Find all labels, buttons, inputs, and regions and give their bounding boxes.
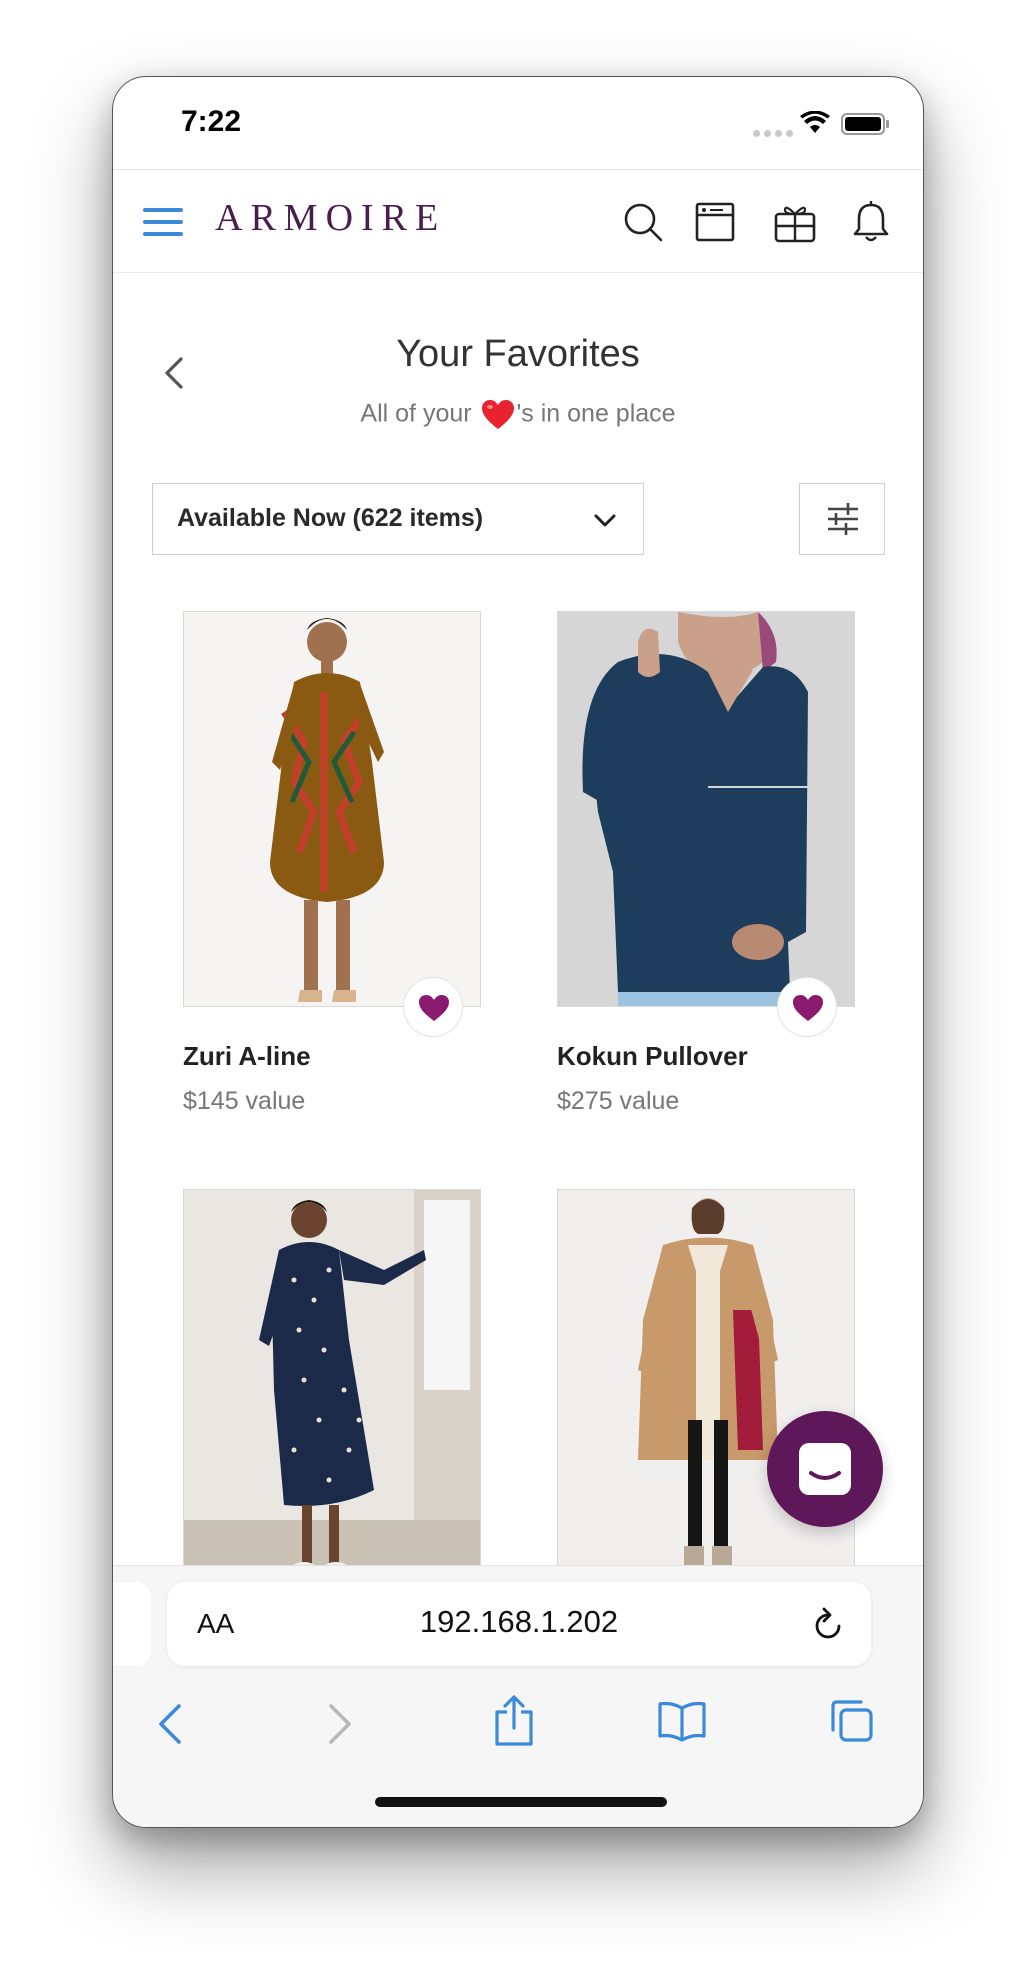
product-price: $145 value (183, 1087, 306, 1115)
battery-icon (841, 113, 889, 135)
chat-support-button[interactable] (767, 1411, 883, 1527)
closet-icon[interactable] (693, 200, 737, 244)
wifi-icon (800, 111, 830, 133)
subtitle-text-end: 's in one place (516, 399, 676, 428)
browser-back-icon[interactable] (155, 1702, 185, 1746)
red-heart-icon (481, 400, 514, 429)
filter-button[interactable] (799, 483, 885, 555)
previous-tab-peek[interactable] (113, 1582, 151, 1666)
product-image[interactable] (183, 1189, 481, 1585)
cellular-signal-icon (753, 130, 793, 137)
favorite-button[interactable] (403, 977, 463, 1037)
page-subtitle: All of your 's in one place (113, 399, 923, 431)
browser-forward-icon[interactable] (325, 1702, 355, 1746)
share-icon[interactable] (493, 1694, 535, 1748)
brand-logo[interactable]: ARMOIRE (215, 196, 446, 240)
heart-icon (793, 995, 823, 1021)
chat-icon (799, 1443, 851, 1495)
address-bar[interactable]: AA 192.168.1.202 (167, 1582, 871, 1666)
page-title: Your Favorites (396, 333, 640, 375)
bookmarks-icon[interactable] (657, 1700, 707, 1742)
status-time: 7:22 (181, 105, 242, 138)
dropdown-value: Available Now (622 items) (177, 504, 484, 532)
notification-bell-icon[interactable] (849, 200, 893, 244)
availability-dropdown[interactable]: Available Now (622 items) (152, 483, 644, 555)
browser-nav-row (113, 1686, 923, 1766)
sliders-icon (828, 503, 858, 535)
search-icon[interactable] (621, 200, 665, 244)
app-header: ARMOIRE (113, 169, 923, 273)
phone-frame: 7:22 ARMOIRE Your Favorites All of your … (112, 76, 924, 1828)
favorite-button[interactable] (777, 977, 837, 1037)
home-indicator[interactable] (375, 1797, 667, 1807)
url-text[interactable]: 192.168.1.202 (167, 1604, 871, 1640)
browser-toolbar: AA 192.168.1.202 (113, 1565, 923, 1827)
heart-icon (419, 995, 449, 1021)
chevron-down-icon (594, 514, 616, 527)
subtitle-text-start: All of your (360, 399, 479, 428)
product-price: $275 value (557, 1087, 680, 1115)
menu-icon[interactable] (143, 208, 183, 238)
status-bar: 7:22 (113, 77, 923, 169)
product-image[interactable] (557, 1189, 855, 1585)
product-name[interactable]: Zuri A-line (183, 1041, 311, 1072)
reload-icon[interactable] (811, 1606, 845, 1642)
product-image[interactable] (557, 611, 855, 1007)
product-image[interactable] (183, 611, 481, 1007)
tabs-icon[interactable] (829, 1698, 875, 1744)
product-name[interactable]: Kokun Pullover (557, 1041, 748, 1072)
gift-icon[interactable] (773, 200, 817, 244)
